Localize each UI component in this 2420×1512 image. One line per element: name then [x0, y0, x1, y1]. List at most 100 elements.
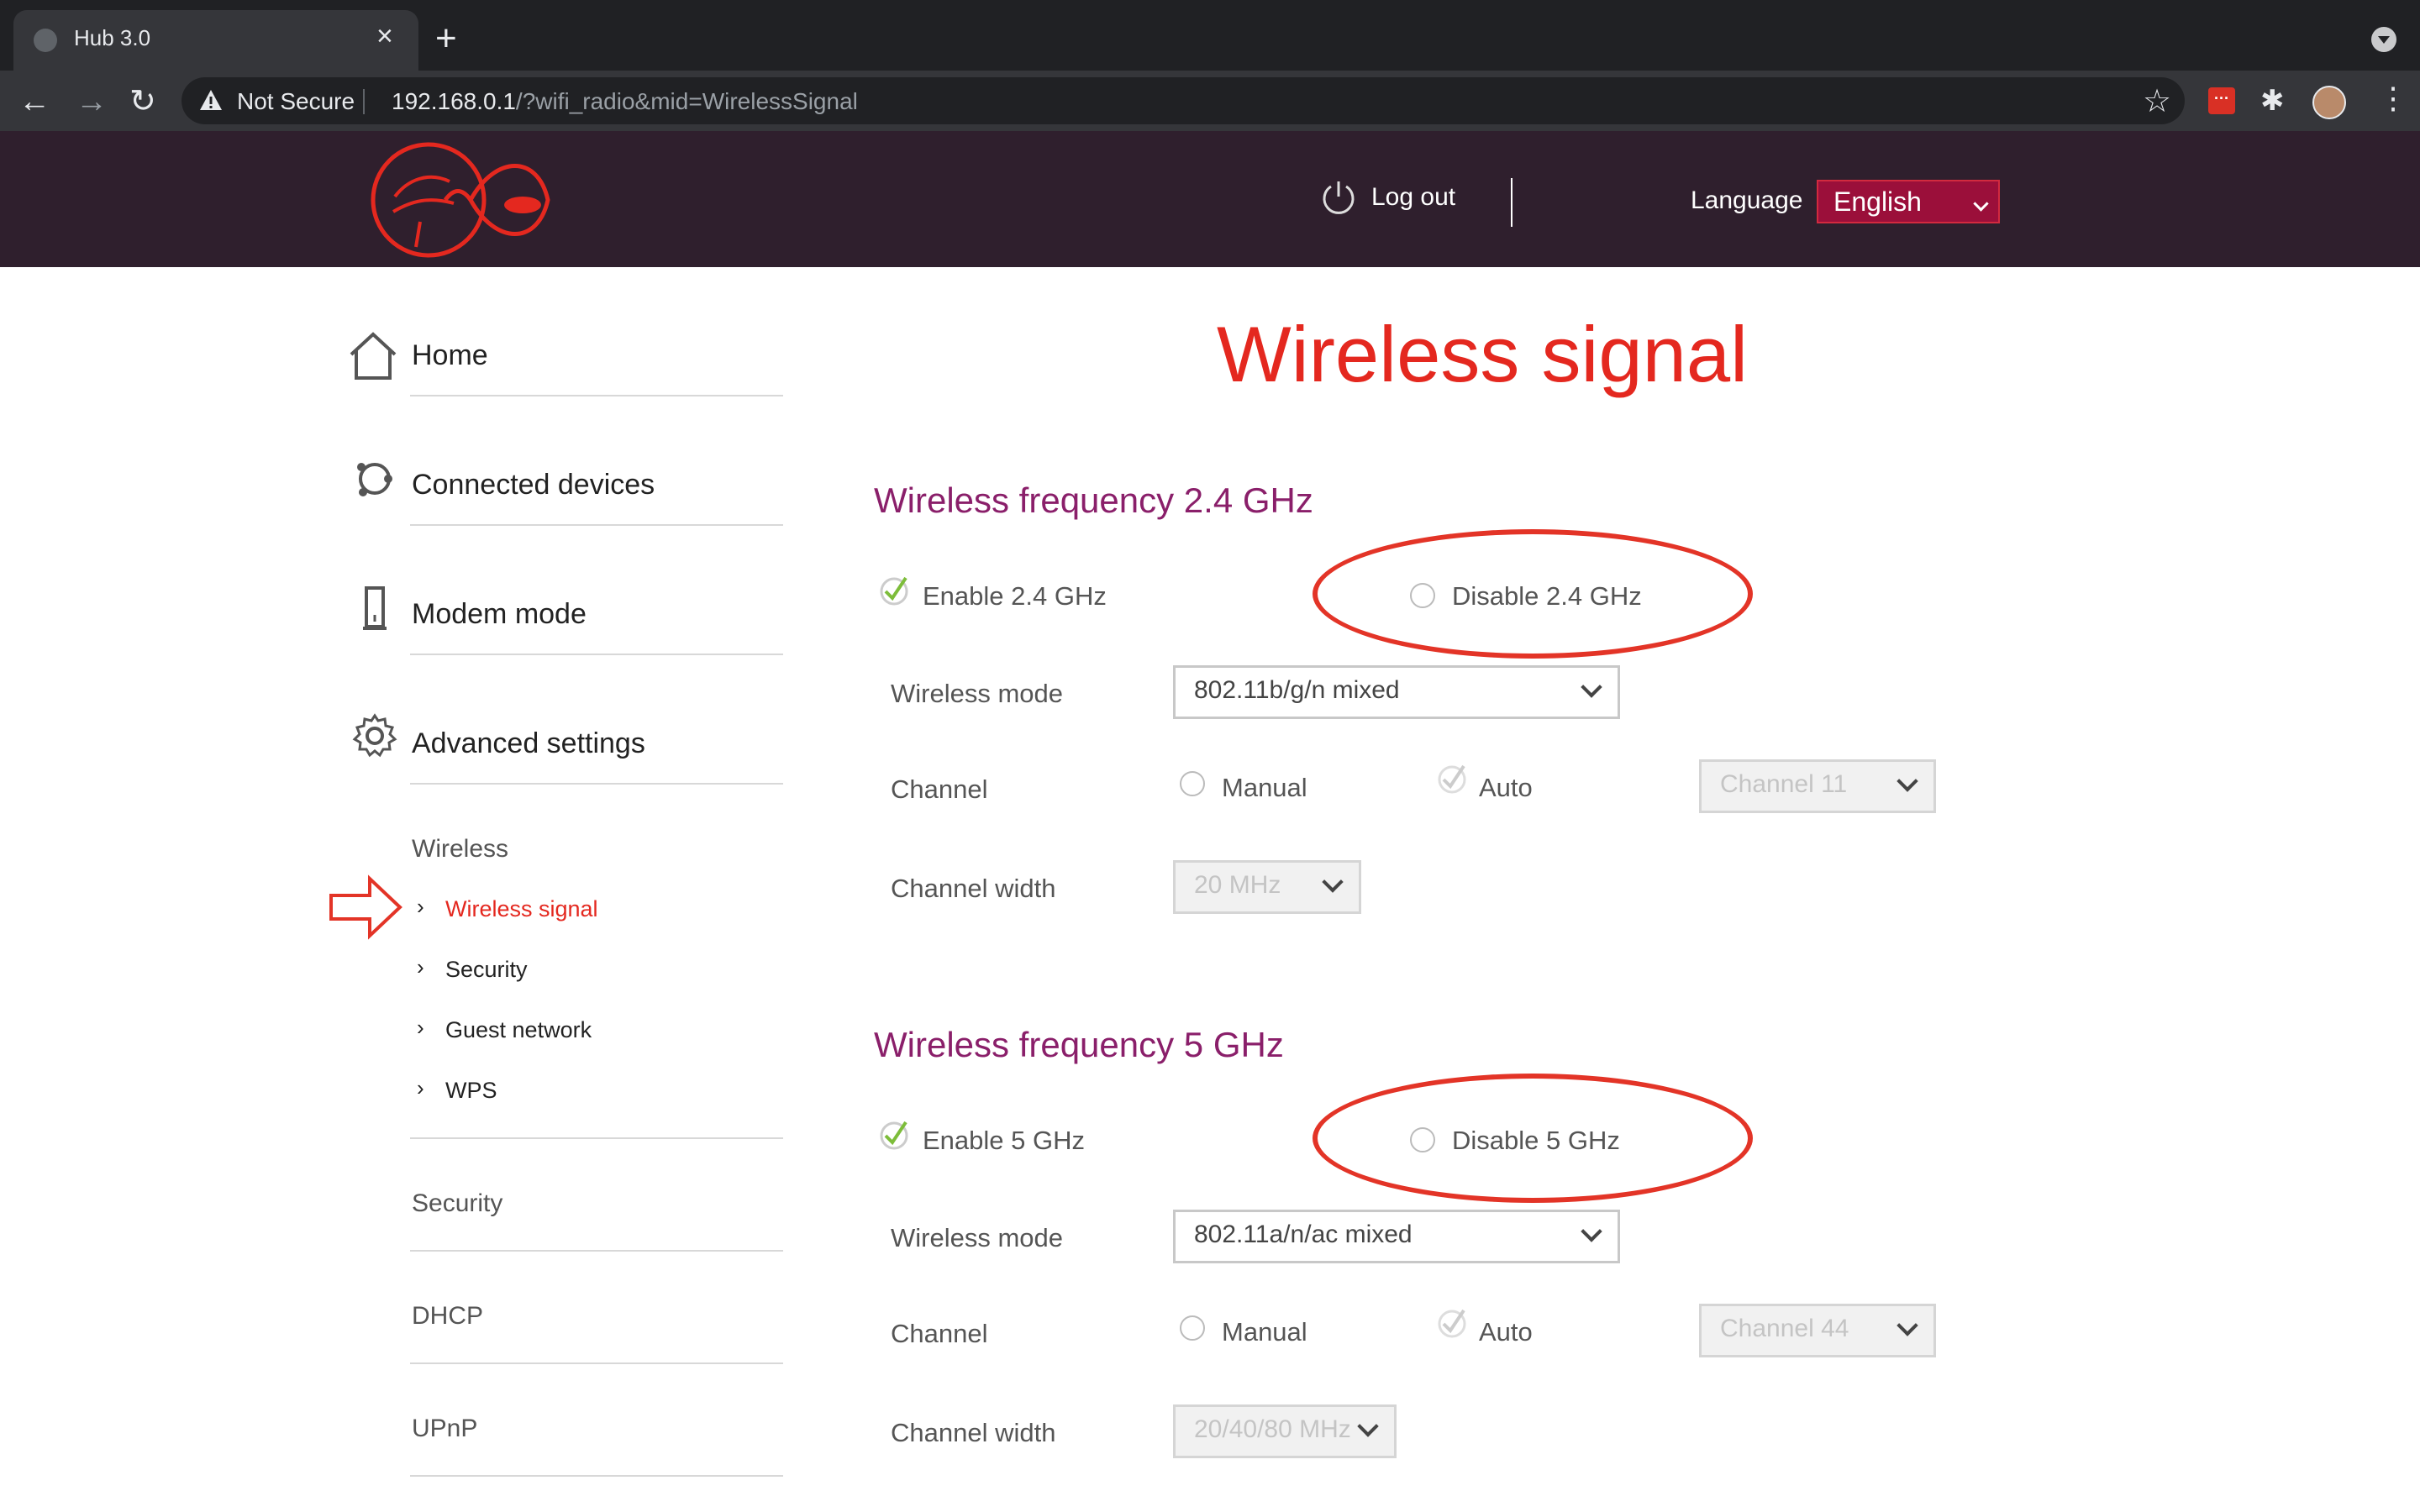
wireless-mode-label: Wireless mode — [891, 679, 1063, 708]
disable-24ghz-label[interactable]: Disable 2.4 GHz — [1452, 581, 1642, 612]
channel-width-label: Channel width — [891, 874, 1056, 903]
site-header: Log out Language English — [0, 131, 2420, 267]
language-value: English — [1833, 186, 1922, 217]
back-icon[interactable]: ← — [18, 86, 50, 118]
disable-24ghz-radio[interactable] — [1410, 583, 1435, 608]
gear-icon — [352, 713, 397, 758]
checkmark-icon[interactable] — [877, 573, 911, 606]
channel-manual-label[interactable]: Manual — [1222, 773, 1307, 803]
chevron-down-icon — [1581, 676, 1602, 698]
channel-manual-label[interactable]: Manual — [1222, 1317, 1307, 1347]
channel-auto-label[interactable]: Auto — [1479, 773, 1533, 803]
home-icon — [350, 332, 397, 380]
chevron-right-icon: › — [417, 1075, 424, 1100]
sidebar-item-wireless-signal[interactable]: Wireless signal — [445, 896, 598, 922]
channel-width-select-24ghz[interactable]: 20 MHz — [1173, 860, 1361, 914]
chevron-down-icon — [1581, 1221, 1602, 1242]
channel-width-value: 20/40/80 MHz — [1194, 1415, 1351, 1443]
chevron-down-icon — [1897, 1315, 1918, 1336]
divider — [410, 1475, 783, 1477]
wireless-mode-label: Wireless mode — [891, 1223, 1063, 1252]
wireless-mode-value: 802.11a/n/ac mixed — [1194, 1221, 1413, 1248]
bookmark-star-icon[interactable]: ☆ — [2143, 82, 2171, 120]
url-host: 192.168.0.1 — [392, 88, 516, 114]
divider — [363, 89, 365, 114]
browser-menu-icon[interactable]: ⋮ — [2378, 81, 2408, 116]
arrow-right-annotation — [329, 874, 402, 940]
tab-title: Hub 3.0 — [74, 25, 151, 50]
divider — [410, 1137, 783, 1139]
reload-icon[interactable]: ↻ — [129, 86, 156, 118]
enable-5ghz-label[interactable]: Enable 5 GHz — [923, 1126, 1085, 1156]
browser-toolbar: ← → ↻ Not Secure 192.168.0.1/?wifi_radio… — [0, 71, 2420, 131]
tab-search-icon[interactable] — [2371, 27, 2396, 52]
chevron-right-icon: › — [417, 894, 424, 919]
channel-select-24ghz[interactable]: Channel 11 — [1699, 759, 1936, 813]
channel-label: Channel — [891, 1319, 988, 1348]
sidebar-item-connected-devices[interactable]: Connected devices — [412, 469, 655, 501]
power-icon[interactable] — [1319, 178, 1358, 217]
channel-manual-radio[interactable] — [1180, 1315, 1205, 1341]
divider — [410, 395, 783, 396]
extension-icon[interactable]: ··· — [2208, 87, 2235, 114]
browser-tab[interactable]: Hub 3.0 × — [13, 10, 418, 71]
sidebar-item-advanced-settings[interactable]: Advanced settings — [412, 727, 645, 760]
chevron-down-icon — [1322, 871, 1344, 893]
modem-icon — [363, 586, 387, 630]
sidebar-item-security[interactable]: Security — [412, 1189, 502, 1218]
address-bar[interactable]: Not Secure 192.168.0.1/?wifi_radio&mid=W… — [182, 77, 2185, 124]
language-label: Language — [1691, 186, 1803, 214]
logout-link[interactable]: Log out — [1371, 183, 1455, 212]
wireless-mode-select-5ghz[interactable]: 802.11a/n/ac mixed — [1173, 1210, 1620, 1263]
new-tab-icon[interactable]: + — [435, 20, 457, 57]
channel-manual-radio[interactable] — [1180, 771, 1205, 796]
forward-icon[interactable]: → — [76, 86, 108, 118]
browser-tab-bar: Hub 3.0 × + — [0, 0, 2420, 71]
chevron-down-icon — [1897, 770, 1918, 792]
url-text[interactable]: 192.168.0.1/?wifi_radio&mid=WirelessSign… — [392, 88, 858, 115]
url-path: /?wifi_radio&mid=WirelessSignal — [515, 88, 858, 114]
security-label: Not Secure — [237, 88, 355, 114]
header-divider — [1511, 178, 1512, 227]
divider — [410, 524, 783, 526]
sidebar-item-wps[interactable]: WPS — [445, 1078, 497, 1104]
sidebar-item-dhcp[interactable]: DHCP — [412, 1302, 483, 1331]
divider — [410, 654, 783, 655]
channel-value: Channel 11 — [1720, 770, 1848, 798]
wireless-mode-select-24ghz[interactable]: 802.11b/g/n mixed — [1173, 665, 1620, 719]
disable-5ghz-radio[interactable] — [1410, 1127, 1435, 1152]
disable-5ghz-label[interactable]: Disable 5 GHz — [1452, 1126, 1620, 1156]
channel-auto-label[interactable]: Auto — [1479, 1317, 1533, 1347]
profile-avatar[interactable] — [2312, 86, 2346, 119]
sidebar-item-wireless-security[interactable]: Security — [445, 957, 528, 983]
divider — [410, 783, 783, 785]
warning-icon — [200, 90, 222, 110]
extensions-puzzle-icon[interactable]: ✱ — [2260, 84, 2285, 118]
channel-select-5ghz[interactable]: Channel 44 — [1699, 1304, 1936, 1357]
sidebar-wireless-heading[interactable]: Wireless — [412, 835, 508, 864]
checkmark-icon[interactable] — [1437, 1305, 1470, 1339]
channel-width-label: Channel width — [891, 1418, 1056, 1447]
connected-devices-icon — [357, 463, 392, 496]
chevron-right-icon: › — [417, 1015, 424, 1040]
sidebar-item-home[interactable]: Home — [412, 339, 488, 372]
section-title-5ghz: Wireless frequency 5 GHz — [874, 1025, 1284, 1064]
chevron-down-icon — [1973, 196, 1989, 212]
channel-value: Channel 44 — [1720, 1315, 1849, 1342]
divider — [410, 1250, 783, 1252]
close-icon[interactable]: × — [376, 22, 393, 50]
channel-width-value: 20 MHz — [1194, 871, 1281, 899]
sidebar-item-modem-mode[interactable]: Modem mode — [412, 598, 587, 631]
page-title: Wireless signal — [1217, 310, 1749, 398]
checkmark-icon[interactable] — [877, 1117, 911, 1151]
section-title-24ghz: Wireless frequency 2.4 GHz — [874, 480, 1313, 520]
chevron-right-icon: › — [417, 954, 424, 979]
virgin-media-logo — [371, 142, 550, 258]
language-select[interactable]: English — [1817, 180, 2000, 223]
sidebar-item-guest-network[interactable]: Guest network — [445, 1017, 592, 1043]
wireless-mode-value: 802.11b/g/n mixed — [1194, 676, 1400, 704]
checkmark-icon[interactable] — [1437, 761, 1470, 795]
enable-24ghz-label[interactable]: Enable 2.4 GHz — [923, 581, 1107, 612]
channel-width-select-5ghz[interactable]: 20/40/80 MHz — [1173, 1404, 1397, 1458]
sidebar-item-upnp[interactable]: UPnP — [412, 1415, 477, 1443]
